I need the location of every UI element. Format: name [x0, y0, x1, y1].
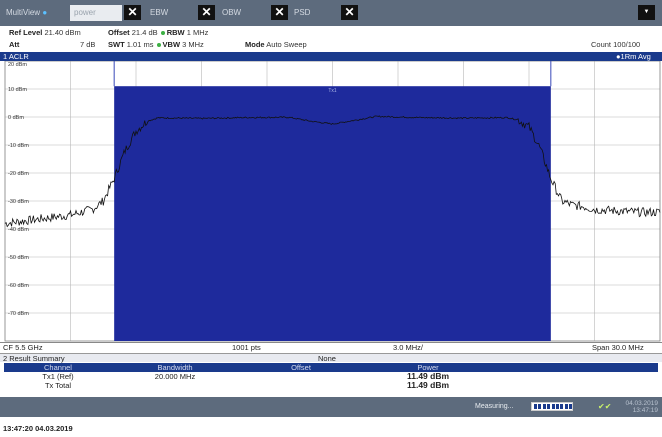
table-row: Tx Total 11.49 dBm — [4, 381, 658, 390]
result-summary-table: Channel Bandwidth Offset Power Tx1 (Ref)… — [4, 363, 658, 395]
division: 3.0 MHz/ — [393, 343, 424, 352]
progress-segment — [547, 404, 551, 409]
progress-indicator — [531, 402, 573, 411]
progress-segment — [569, 404, 573, 409]
status-time: 13:47:19 — [632, 407, 658, 414]
y-tick-label: -40 dBm — [8, 227, 29, 233]
mode[interactable]: Mode Auto Sweep — [245, 40, 307, 49]
col-header-offset: Offset — [238, 363, 364, 372]
table-row: Tx1 (Ref) 20.000 MHz 11.49 dBm — [4, 372, 658, 381]
att-value: 7 dB — [80, 40, 96, 49]
tab-power[interactable]: power — [70, 5, 122, 21]
y-tick-label: 0 dBm — [8, 115, 24, 121]
swt[interactable]: SWT 1.01 ms VBW 3 MHz — [108, 40, 204, 49]
y-tick-label: -10 dBm — [8, 143, 29, 149]
span: Span 30.0 MHz — [592, 343, 644, 352]
close-psd-tab-icon[interactable]: ✕ — [341, 5, 358, 20]
progress-segment — [542, 404, 546, 409]
diagram-title: 1 ACLR — [3, 52, 29, 61]
progress-segment — [560, 404, 564, 409]
aclr-plot[interactable]: Tx1 20 dBm 10 dBm 0 dBm -10 dBm -20 dBm -30 d… — [0, 61, 662, 342]
offset-cell — [238, 381, 364, 390]
sweep-points: 1001 pts — [232, 343, 261, 352]
tab-obw[interactable]: OBW — [222, 5, 241, 21]
y-tick-label: -60 dBm — [8, 283, 29, 289]
channel-cell: Tx1 (Ref) — [42, 372, 74, 381]
diagram-header[interactable]: 1 ACLR ●1Rm Avg — [0, 52, 662, 61]
rbw-indicator-icon — [160, 30, 165, 35]
close-power-tab-icon[interactable]: ✕ — [124, 5, 141, 20]
close-obw-tab-icon[interactable]: ✕ — [271, 5, 288, 20]
channel-band — [114, 86, 551, 341]
y-tick-label: -70 dBm — [8, 311, 29, 317]
offset-cell — [238, 372, 364, 381]
col-header-blank — [492, 363, 658, 372]
progress-segment — [551, 404, 555, 409]
ref-level[interactable]: Ref Level 21.40 dBm — [9, 28, 81, 37]
status-date: 04.03.2019 — [625, 400, 658, 407]
result-summary-title: 2 Result Summary — [3, 354, 65, 363]
settings-panel: Ref Level 21.40 dBm Offset 21.4 dB RBW 1… — [0, 26, 662, 52]
tab-bar: MultiView ● power ✕ EBW ✕ OBW ✕ PSD ✕ ▼ — [0, 0, 662, 26]
channel-cell: Tx Total — [44, 381, 72, 390]
y-tick-label: -50 dBm — [8, 255, 29, 261]
result-summary-header[interactable]: 2 Result Summary None — [0, 353, 662, 363]
aclr-diagram[interactable]: Tx1 20 dBm 10 dBm 0 dBm -10 dBm -20 dBm -30 d… — [0, 61, 662, 342]
tab-psd[interactable]: PSD — [294, 5, 310, 21]
tab-dot-icon: ● — [42, 8, 48, 17]
menu-button[interactable]: ▼ — [638, 5, 655, 20]
progress-segment — [534, 404, 537, 409]
col-header-bandwidth: Bandwidth — [112, 363, 238, 372]
y-tick-label: -30 dBm — [8, 199, 29, 205]
center-frequency: CF 5.5 GHz — [3, 343, 43, 352]
screenshot-timestamp: 13:47:20 04.03.2019 — [3, 424, 73, 433]
bandwidth-cell: 20.000 MHz — [154, 372, 196, 381]
progress-segment — [564, 404, 568, 409]
sweep-count: Count 100/100 — [591, 40, 641, 49]
tab-multiview[interactable]: MultiView ● — [6, 5, 47, 21]
y-axis-ticks: 20 dBm 10 dBm 0 dBm -10 dBm -20 dBm -30 dBm -4… — [8, 62, 29, 317]
att[interactable]: Att — [9, 40, 19, 49]
close-ebw-tab-icon[interactable]: ✕ — [198, 5, 215, 20]
bandwidth-cell — [112, 381, 238, 390]
vbw-indicator-icon — [156, 42, 161, 47]
status-bar: Measuring... ✔✔ 04.03.2019 13:47:19 — [0, 397, 662, 417]
network-status-icon[interactable]: ✔✔ — [598, 402, 611, 411]
trace-label: ●1Rm Avg — [616, 52, 651, 61]
col-header-channel: Channel — [4, 363, 112, 372]
measuring-status: Measuring... — [475, 403, 514, 410]
y-tick-label: 20 dBm — [8, 62, 27, 68]
progress-segment — [556, 404, 559, 409]
progress-segment — [538, 404, 542, 409]
y-tick-label: 10 dBm — [8, 87, 27, 93]
x-axis-footer: CF 5.5 GHz 1001 pts 3.0 MHz/ Span 30.0 M… — [0, 342, 662, 352]
channel-label: Tx1 — [328, 88, 337, 94]
tab-ebw[interactable]: EBW — [150, 5, 168, 21]
result-summary-mode: None — [318, 354, 336, 363]
y-tick-label: -20 dBm — [8, 171, 29, 177]
power-cell: 11.49 dBm — [406, 380, 450, 390]
offset[interactable]: Offset 21.4 dB RBW 1 MHz — [108, 28, 208, 37]
status-datetime: 04.03.2019 13:47:19 — [614, 400, 658, 414]
